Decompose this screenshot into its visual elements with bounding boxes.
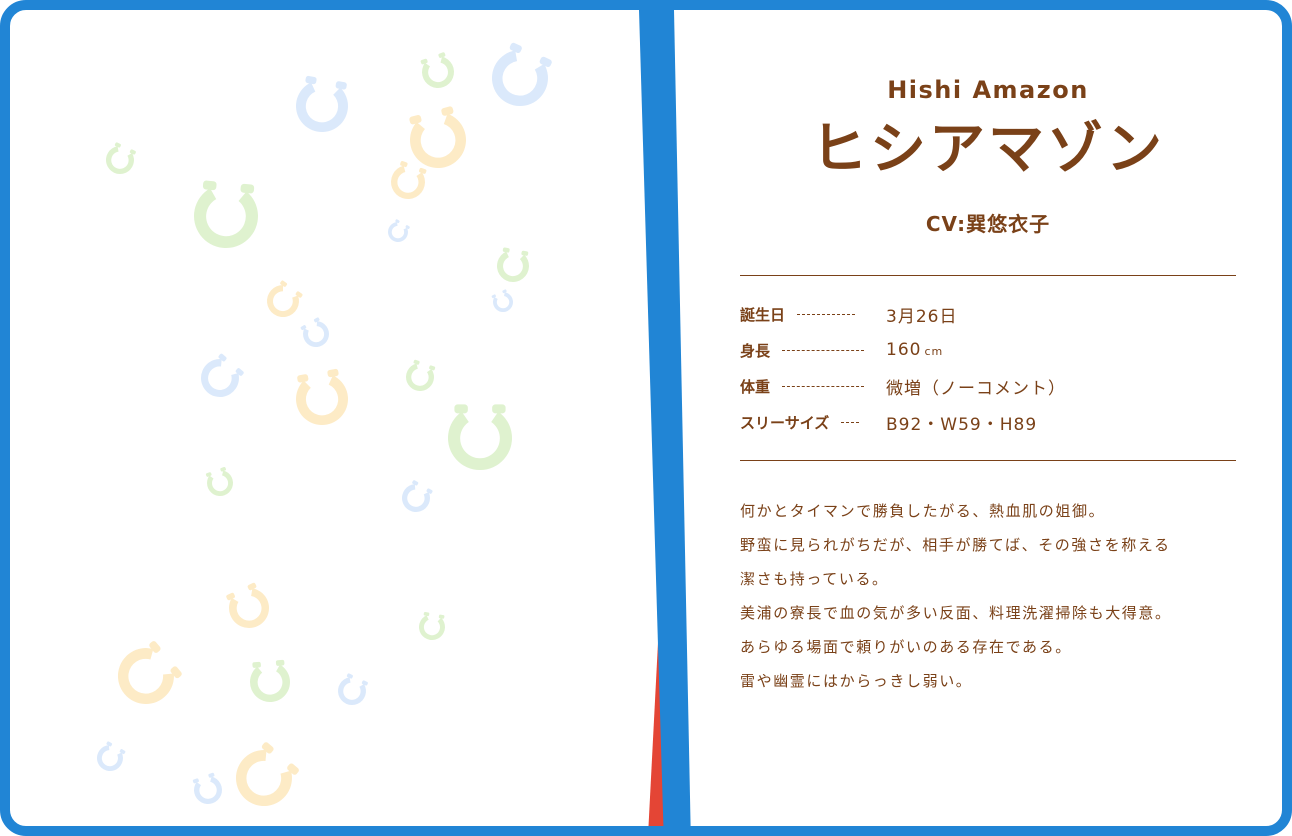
horseshoe-icon — [193, 350, 248, 405]
horseshoe-icon — [248, 659, 292, 704]
profile-value: B92・W59・H89 — [886, 414, 1038, 435]
leader-dots — [782, 349, 865, 351]
horseshoe-icon — [386, 159, 431, 204]
horseshoe-icon — [92, 739, 129, 776]
profile-value: 160 cm — [886, 340, 943, 360]
profile-card: Hishi Amazon ヒシアマゾン CV:巽悠衣子 誕生日 3月26日 身長… — [0, 0, 1292, 836]
description-line: 潔さも持っている。 — [740, 570, 889, 588]
horseshoe-icon — [396, 478, 436, 518]
blue-divider-stripe — [639, 10, 691, 826]
leader-dots — [782, 385, 865, 387]
profile-panel: Hishi Amazon ヒシアマゾン CV:巽悠衣子 誕生日 3月26日 身長… — [740, 10, 1236, 826]
profile-label: 誕生日 — [740, 305, 786, 324]
character-description: 何かとタイマンで勝負したがる、熱血肌の姐御。 野蛮に見られがちだが、相手が勝てば… — [740, 494, 1240, 698]
character-name-english: Hishi Amazon — [887, 76, 1089, 104]
profile-value: 微増（ノーコメント） — [886, 378, 1066, 399]
description-line: 美浦の寮長で血の気が多い反面、料理洗濯掃除も大得意。 — [740, 604, 1172, 622]
horseshoe-icon — [482, 39, 558, 116]
horseshoe-icon — [101, 140, 139, 179]
profile-row-birthday: 誕生日 3月26日 — [740, 300, 1236, 328]
horseshoe-icon — [221, 580, 276, 635]
height-unit: cm — [924, 345, 944, 358]
horseshoe-icon — [224, 737, 305, 818]
horseshoe-icon — [203, 465, 237, 500]
description-line: 野蛮に見られがちだが、相手が勝てば、その強さを称える — [740, 536, 1171, 554]
leader-dots — [797, 313, 856, 315]
horseshoe-icon — [417, 50, 459, 93]
leader-dots — [841, 421, 860, 423]
horseshoe-icon — [416, 611, 448, 643]
horseshoe-icon — [291, 367, 353, 430]
profile-row-weight: 体重 微増（ノーコメント） — [740, 372, 1236, 400]
profile-label: 身長 — [740, 341, 771, 360]
description-line: 雷や幽霊にはからっきし弱い。 — [740, 672, 973, 690]
divider-top — [740, 275, 1236, 276]
horseshoe-icon — [494, 246, 532, 285]
horseshoe-icon — [189, 771, 226, 808]
horseshoe-icon — [106, 635, 187, 716]
profile-label: 体重 — [740, 377, 771, 396]
horseshoe-decorations — [92, 39, 558, 818]
horseshoe-icon — [402, 358, 439, 395]
description-line: あらゆる場面で頼りがいのある存在である。 — [740, 638, 1072, 656]
horseshoe-icon — [291, 74, 353, 137]
description-line: 何かとタイマンで勝負したがる、熱血肌の姐御。 — [740, 502, 1106, 520]
horseshoe-icon — [297, 315, 334, 352]
horseshoe-icon — [489, 288, 517, 316]
horseshoe-icon — [191, 179, 261, 251]
horseshoe-icon — [448, 404, 512, 471]
height-number: 160 — [886, 340, 922, 360]
profile-label: スリーサイズ — [740, 413, 830, 432]
horseshoe-icon — [260, 278, 306, 324]
character-name-japanese: ヒシアマゾン — [811, 117, 1165, 182]
profile-row-three-sizes: スリーサイズ B92・W59・H89 — [740, 408, 1236, 436]
profile-value: 3月26日 — [886, 306, 958, 327]
horseshoe-icon — [384, 217, 412, 246]
voice-actor: CV:巽悠衣子 — [925, 212, 1051, 236]
divider-bottom — [740, 460, 1236, 461]
horseshoe-icon — [403, 104, 473, 175]
horseshoe-icon — [333, 671, 371, 710]
profile-row-height: 身長 160 cm — [740, 336, 1236, 364]
